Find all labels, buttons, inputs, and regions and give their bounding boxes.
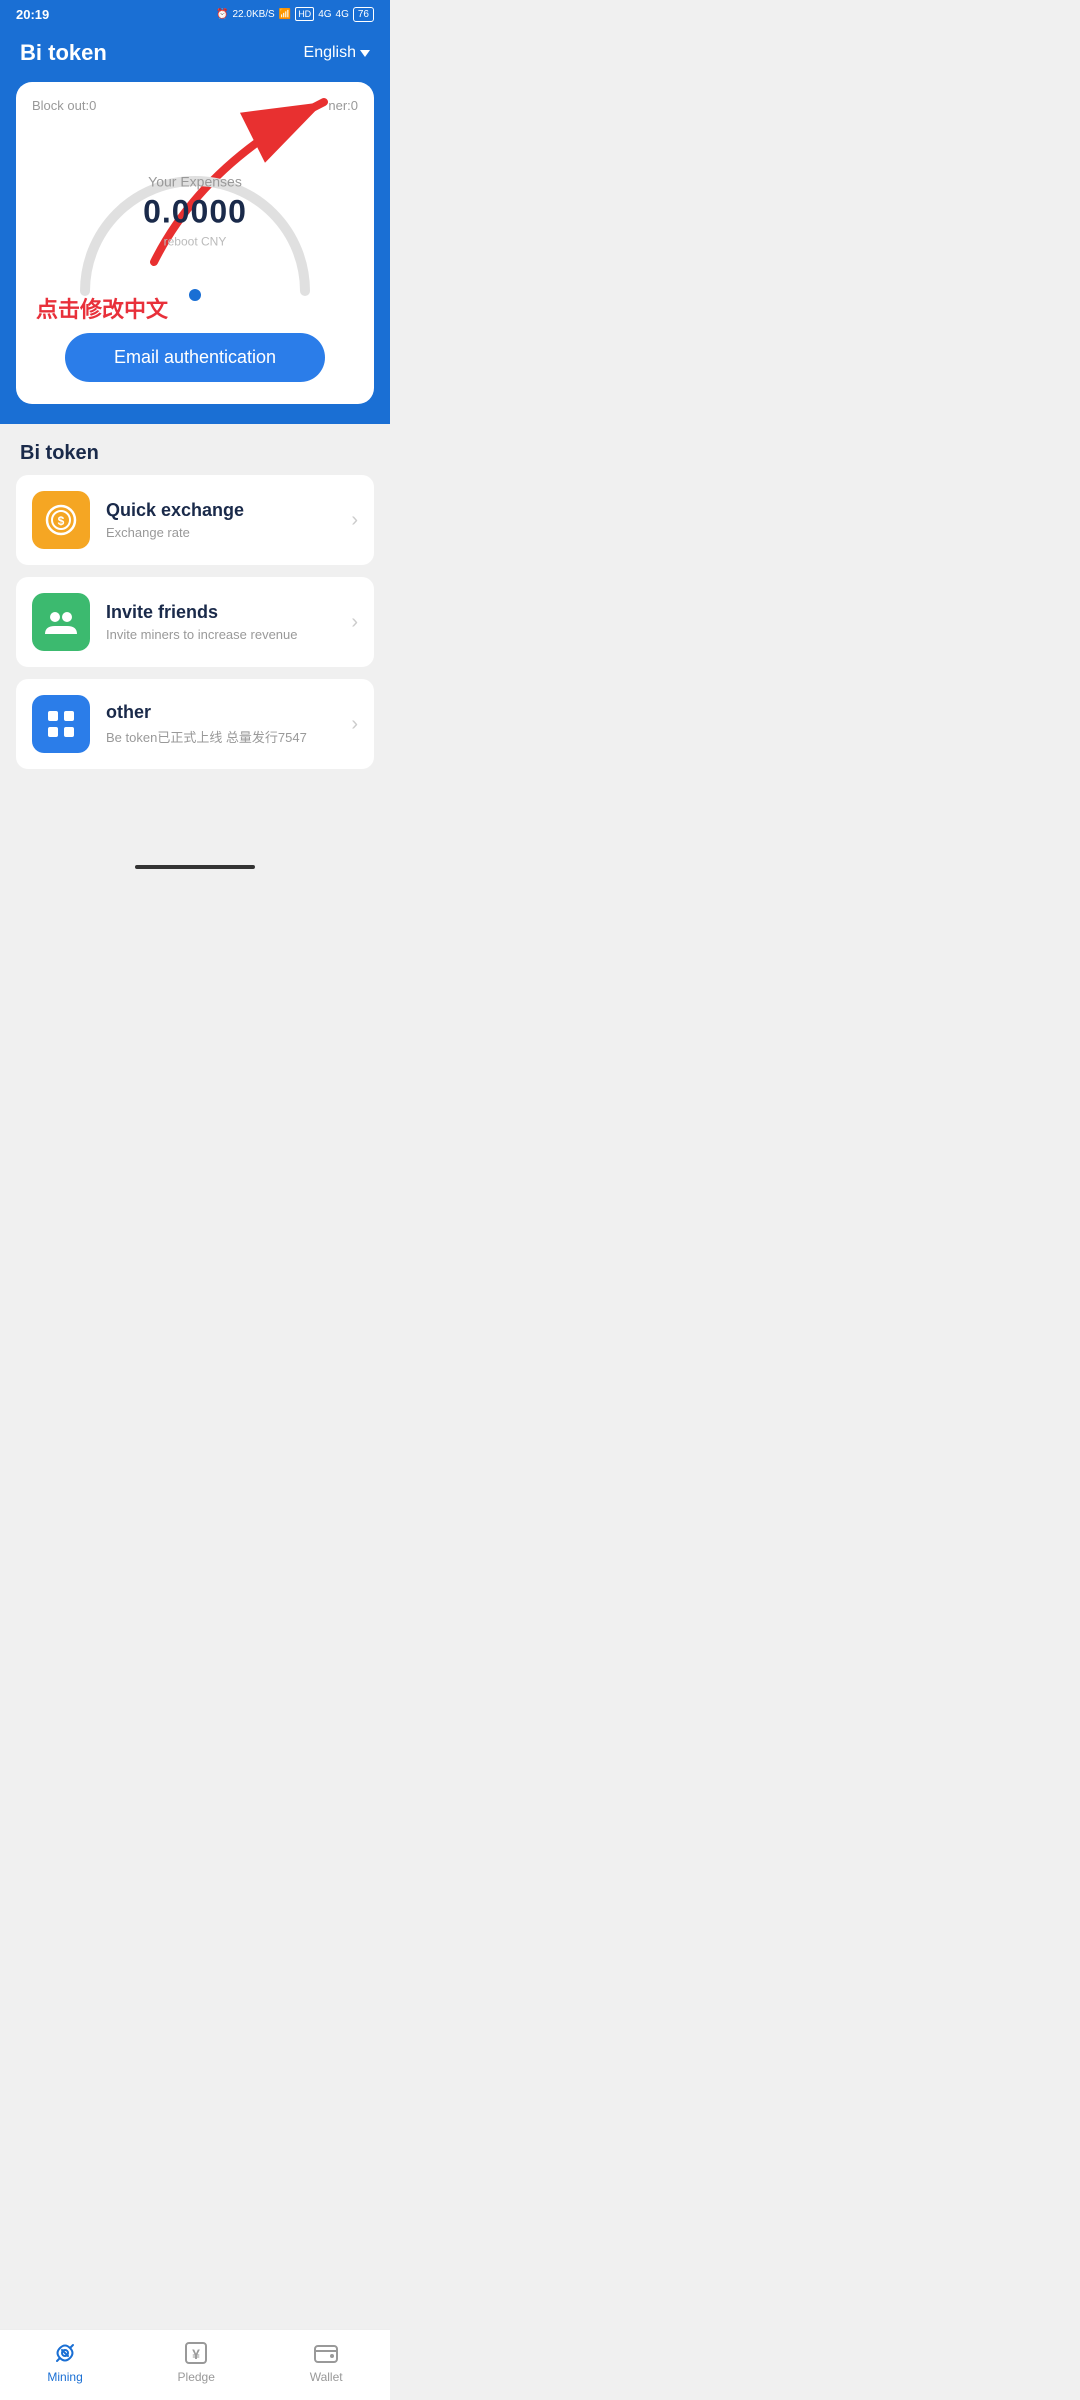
friends-icon <box>43 604 79 640</box>
svg-text:¥: ¥ <box>192 2346 200 2362</box>
section-title: Bi token <box>0 424 390 475</box>
speed-indicator: 22.0KB/S <box>232 9 274 20</box>
nav-item-wallet[interactable]: Wallet <box>310 2340 343 2384</box>
signal-4g-icon: 4G <box>318 9 331 20</box>
quick-exchange-chevron-icon: › <box>351 509 358 532</box>
invite-friends-title: Invite friends <box>106 602 335 623</box>
signal-4g2-icon: 4G <box>336 9 349 20</box>
app-title: Bi token <box>20 40 107 66</box>
mining-link-icon <box>52 2340 78 2366</box>
timer-label: ner:0 <box>328 98 358 113</box>
gauge-dot <box>189 289 201 301</box>
other-icon-box <box>32 695 90 753</box>
expense-gauge: Your Expenses 0.0000 reboot CNY <box>32 121 358 321</box>
status-bar: 20:19 ⏰ 22.0KB/S 📶 HD 4G 4G 76 <box>0 0 390 28</box>
coin-icon: $ <box>43 502 79 538</box>
grid-icon <box>43 706 79 742</box>
block-out-text: Block out: <box>32 98 89 113</box>
expenses-subtitle: reboot CNY <box>143 235 247 249</box>
nav-item-mining[interactable]: Mining <box>47 2340 82 2384</box>
gauge-center-content: Your Expenses 0.0000 reboot CNY <box>143 174 247 249</box>
block-out-value: 0 <box>89 98 96 113</box>
invite-friends-chevron-icon: › <box>351 611 358 634</box>
quick-exchange-icon-box: $ <box>32 491 90 549</box>
wifi-icon: 📶 <box>279 9 291 20</box>
quick-exchange-subtitle: Exchange rate <box>106 525 335 540</box>
email-auth-button[interactable]: Email authentication <box>65 333 326 382</box>
quick-exchange-title: Quick exchange <box>106 500 335 521</box>
svg-text:$: $ <box>58 514 65 528</box>
language-label: English <box>304 44 356 62</box>
other-subtitle: Be token已正式上线 总量发行7547 <box>106 727 335 746</box>
expense-card: Block out:0 ner:0 Your Expenses 0.0000 r… <box>16 82 374 404</box>
language-selector[interactable]: English <box>304 44 370 62</box>
other-title: other <box>106 702 335 723</box>
home-indicator <box>135 865 255 869</box>
pledge-label: Pledge <box>178 2370 215 2384</box>
quick-exchange-card[interactable]: $ Quick exchange Exchange rate › <box>16 475 374 565</box>
wallet-icon <box>313 2340 339 2366</box>
invite-friends-icon-box <box>32 593 90 651</box>
main-section: Block out:0 ner:0 Your Expenses 0.0000 r… <box>0 82 390 424</box>
chinese-annotation: 点击修改中文 <box>36 292 168 324</box>
status-icons: ⏰ 22.0KB/S 📶 HD 4G 4G 76 <box>216 7 374 22</box>
nav-item-pledge[interactable]: ¥ Pledge <box>178 2340 215 2384</box>
status-time: 20:19 <box>16 7 49 22</box>
header: Bi token English <box>0 28 390 82</box>
page-content: Bi token $ Quick exchange Exchange rate … <box>0 424 390 861</box>
quick-exchange-text: Quick exchange Exchange rate <box>106 500 335 540</box>
mining-label: Mining <box>47 2370 82 2384</box>
invite-friends-subtitle: Invite miners to increase revenue <box>106 627 335 642</box>
hd-badge: HD <box>295 7 314 21</box>
bottom-navigation: Mining ¥ Pledge Wallet <box>0 2329 390 2400</box>
wallet-label: Wallet <box>310 2370 343 2384</box>
block-out-label: Block out:0 <box>32 98 96 113</box>
other-chevron-icon: › <box>351 713 358 736</box>
card-header: Block out:0 ner:0 <box>32 98 358 113</box>
invite-friends-card[interactable]: Invite friends Invite miners to increase… <box>16 577 374 667</box>
other-text: other Be token已正式上线 总量发行7547 <box>106 702 335 746</box>
expenses-value: 0.0000 <box>143 194 247 231</box>
expenses-label: Your Expenses <box>143 174 247 190</box>
pledge-yen-icon: ¥ <box>183 2340 209 2366</box>
alarm-icon: ⏰ <box>216 9 228 20</box>
other-card[interactable]: other Be token已正式上线 总量发行7547 › <box>16 679 374 769</box>
battery-icon: 76 <box>353 7 374 22</box>
chevron-down-icon <box>360 50 370 57</box>
invite-friends-text: Invite friends Invite miners to increase… <box>106 602 335 642</box>
